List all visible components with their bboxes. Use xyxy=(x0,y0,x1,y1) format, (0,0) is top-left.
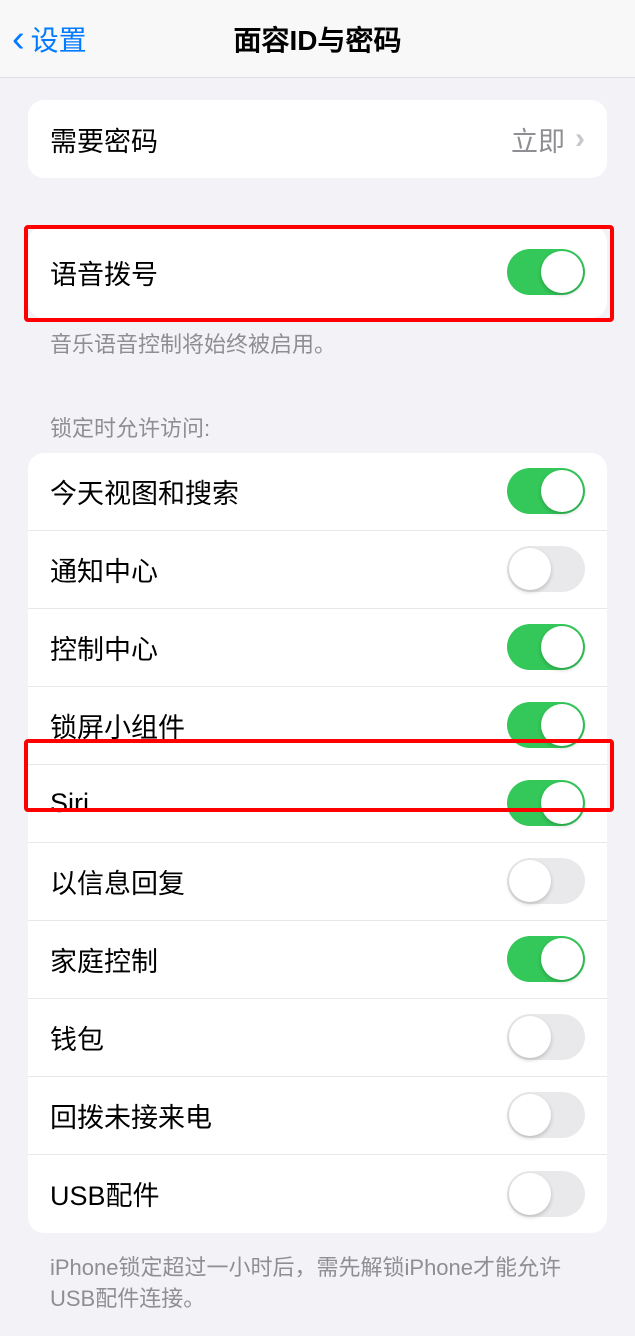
lock-access-toggle[interactable] xyxy=(507,936,585,982)
voice-dial-row: 语音拨号 xyxy=(28,226,607,318)
chevron-left-icon: ‹ xyxy=(12,20,25,58)
toggle-knob xyxy=(541,938,583,980)
lock-access-toggle[interactable] xyxy=(507,780,585,826)
toggle-knob xyxy=(541,251,583,293)
lock-access-row: 通知中心 xyxy=(28,531,607,609)
lock-access-label: 钱包 xyxy=(50,1018,104,1057)
lock-access-label: 家庭控制 xyxy=(50,940,158,979)
lock-access-toggle[interactable] xyxy=(507,858,585,904)
voice-dial-label: 语音拨号 xyxy=(50,253,158,292)
back-button[interactable]: ‹ 设置 xyxy=(0,19,87,59)
back-label: 设置 xyxy=(31,19,87,59)
lock-access-label: 以信息回复 xyxy=(50,862,185,901)
require-passcode-row[interactable]: 需要密码 立即 › xyxy=(28,100,607,178)
chevron-right-icon: › xyxy=(575,122,585,156)
lock-access-footer: iPhone锁定超过一小时后，需先解锁iPhone才能允许USB配件连接。 xyxy=(28,1241,607,1336)
lock-access-row: 今天视图和搜索 xyxy=(28,453,607,531)
toggle-knob xyxy=(509,1016,551,1058)
lock-access-label: 控制中心 xyxy=(50,628,158,667)
passcode-group: 需要密码 立即 › xyxy=(28,100,607,178)
lock-access-label: 回拨未接来电 xyxy=(50,1096,212,1135)
lock-access-toggle[interactable] xyxy=(507,468,585,514)
lock-access-label: 通知中心 xyxy=(50,550,158,589)
lock-access-label: 今天视图和搜索 xyxy=(50,472,239,511)
lock-access-row: USB配件 xyxy=(28,1155,607,1233)
voice-dial-toggle[interactable] xyxy=(507,249,585,295)
lock-access-group: 今天视图和搜索通知中心控制中心锁屏小组件 Siri 以信息回复家庭控制钱包回拨未接来… xyxy=(28,453,607,1233)
lock-access-row: 回拨未接来电 xyxy=(28,1077,607,1155)
require-passcode-value: 立即 › xyxy=(511,120,585,159)
lock-access-toggle[interactable] xyxy=(507,546,585,592)
voice-dial-group: 语音拨号 xyxy=(28,226,607,318)
lock-access-row: 锁屏小组件 xyxy=(28,687,607,765)
lock-access-toggle[interactable] xyxy=(507,1092,585,1138)
toggle-knob xyxy=(509,1094,551,1136)
lock-access-row: Siri xyxy=(28,765,607,843)
lock-access-label: USB配件 xyxy=(50,1174,160,1213)
lock-access-row: 钱包 xyxy=(28,999,607,1077)
toggle-knob xyxy=(541,782,583,824)
lock-access-toggle[interactable] xyxy=(507,1171,585,1217)
toggle-knob xyxy=(509,548,551,590)
toggle-knob xyxy=(541,704,583,746)
lock-access-toggle[interactable] xyxy=(507,1014,585,1060)
toggle-knob xyxy=(509,1173,551,1215)
lock-access-toggle[interactable] xyxy=(507,624,585,670)
require-passcode-label: 需要密码 xyxy=(50,120,158,159)
lock-access-row: 家庭控制 xyxy=(28,921,607,999)
lock-access-row: 以信息回复 xyxy=(28,843,607,921)
lock-access-label: 锁屏小组件 xyxy=(50,706,185,745)
toggle-knob xyxy=(541,626,583,668)
toggle-knob xyxy=(509,860,551,902)
lock-access-label: Siri xyxy=(50,788,89,819)
toggle-knob xyxy=(541,470,583,512)
navigation-header: ‹ 设置 面容ID与密码 xyxy=(0,0,635,78)
lock-access-toggle[interactable] xyxy=(507,702,585,748)
page-title: 面容ID与密码 xyxy=(233,19,401,59)
voice-dial-footer: 音乐语音控制将始终被启用。 xyxy=(28,318,607,383)
lock-access-row: 控制中心 xyxy=(28,609,607,687)
lock-access-header: 锁定时允许访问: xyxy=(28,383,607,453)
